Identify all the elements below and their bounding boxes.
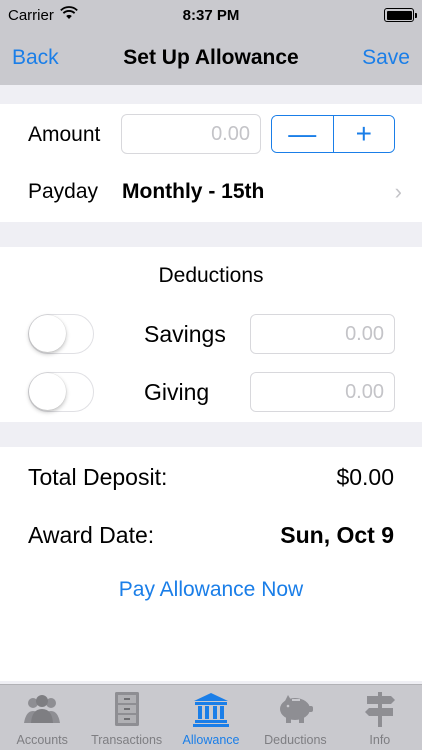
deductions-title: Deductions (158, 264, 264, 287)
tab-allowance[interactable]: Allowance (169, 685, 253, 750)
page-title: Set Up Allowance (123, 45, 299, 69)
savings-toggle[interactable] (28, 314, 94, 354)
chevron-right-icon: › (394, 179, 402, 204)
giving-input[interactable] (250, 372, 395, 412)
payday-row[interactable]: Payday Monthly - 15th › (0, 171, 422, 213)
tab-info[interactable]: Info (338, 685, 422, 750)
total-deposit-label: Total Deposit: (28, 464, 168, 490)
bank-icon (193, 693, 230, 727)
piggy-bank-icon (280, 695, 314, 723)
total-deposit-value: $0.00 (336, 464, 394, 490)
amount-stepper: — + (271, 115, 395, 153)
savings-input[interactable] (250, 314, 395, 354)
tab-bar: Accounts Transactions Allowance Deductio… (0, 684, 422, 750)
tab-accounts[interactable]: Accounts (0, 685, 84, 750)
navigation-bar: Back Set Up Allowance Save (0, 30, 422, 85)
tab-transactions[interactable]: Transactions (84, 685, 168, 750)
payday-label: Payday (28, 180, 99, 203)
carrier-name: Carrier (8, 6, 54, 24)
tab-label: Deductions (264, 733, 327, 747)
tab-label: Allowance (182, 733, 240, 747)
pay-allowance-now-button[interactable]: Pay Allowance Now (0, 578, 422, 602)
toggle-knob (29, 315, 66, 352)
tab-deductions[interactable]: Deductions (253, 685, 337, 750)
payday-value: Monthly - 15th (122, 180, 265, 203)
award-date-value: Sun, Oct 9 (280, 522, 394, 548)
back-button[interactable]: Back (12, 46, 59, 70)
amount-label: Amount (28, 123, 101, 146)
people-icon (24, 695, 61, 723)
giving-toggle[interactable] (28, 372, 94, 412)
signpost-icon (364, 692, 395, 727)
tab-label: Info (369, 733, 391, 747)
award-date-label: Award Date: (28, 522, 155, 548)
toggle-knob (29, 373, 66, 410)
tab-label: Accounts (16, 733, 68, 747)
wifi-icon (60, 6, 78, 24)
cabinet-icon (114, 692, 139, 726)
decrement-button[interactable]: — (272, 116, 333, 152)
status-right (211, 8, 417, 22)
tab-label: Transactions (91, 733, 163, 747)
battery-icon (384, 8, 417, 22)
amount-input[interactable] (121, 114, 261, 154)
increment-button[interactable]: + (332, 116, 394, 152)
save-button[interactable]: Save (362, 46, 410, 70)
status-bar: Carrier 8:37 PM (0, 0, 422, 30)
status-left: Carrier (8, 6, 211, 24)
savings-label: Savings (144, 321, 226, 347)
giving-label: Giving (144, 379, 210, 405)
